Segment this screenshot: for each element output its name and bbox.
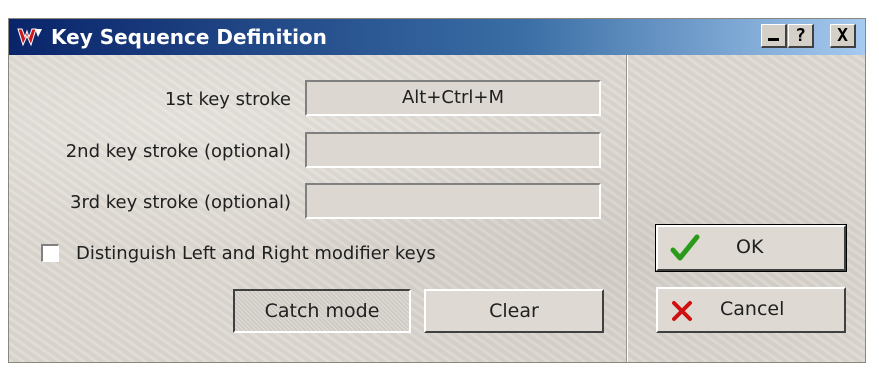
ok-label: OK xyxy=(736,236,764,258)
vertical-divider xyxy=(626,55,628,362)
third-key-stroke-field[interactable] xyxy=(305,183,601,219)
checkmark-icon xyxy=(670,234,700,261)
app-logo-icon xyxy=(17,28,42,47)
distinguish-modifiers-checkbox[interactable] xyxy=(41,244,59,262)
second-key-stroke-label: 2nd key stroke (optional) xyxy=(65,141,291,162)
distinguish-modifiers-label[interactable]: Distinguish Left and Right modifier keys xyxy=(76,243,436,264)
help-button[interactable]: ? xyxy=(788,24,814,48)
minimize-button[interactable] xyxy=(761,24,787,48)
ok-button[interactable]: OK xyxy=(655,224,847,272)
cancel-x-icon xyxy=(672,301,692,321)
third-key-stroke-label: 3rd key stroke (optional) xyxy=(70,192,291,213)
catch-mode-button[interactable]: Catch mode xyxy=(233,289,411,333)
clear-button[interactable]: Clear xyxy=(424,289,604,333)
second-key-stroke-field[interactable] xyxy=(305,132,601,168)
first-key-stroke-label: 1st key stroke xyxy=(164,89,291,110)
window-title: Key Sequence Definition xyxy=(51,25,327,49)
title-bar[interactable]: Key Sequence Definition ? X xyxy=(9,19,865,55)
first-key-stroke-field[interactable]: Alt+Ctrl+M xyxy=(305,80,601,116)
close-button[interactable]: X xyxy=(830,24,856,48)
dialog-window: Key Sequence Definition ? X 1st key stro… xyxy=(8,18,866,363)
cancel-button[interactable]: Cancel xyxy=(656,287,846,333)
cancel-label: Cancel xyxy=(720,298,785,320)
